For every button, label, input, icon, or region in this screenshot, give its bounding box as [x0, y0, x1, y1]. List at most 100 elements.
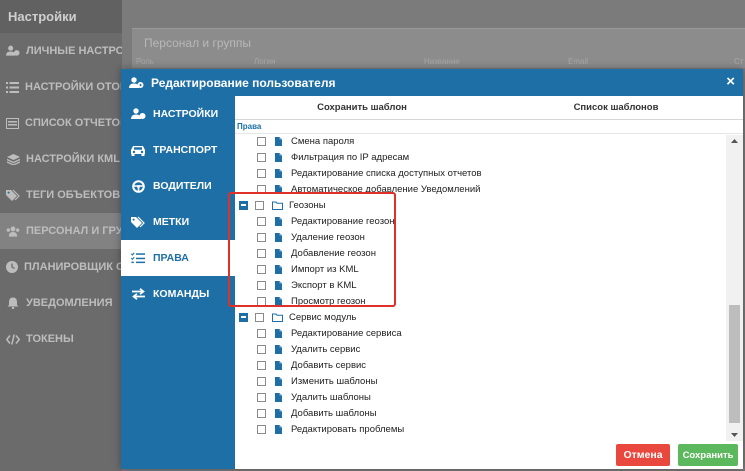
file-icon: [275, 184, 282, 194]
permission-label: Автоматическое добавление Уведомлений: [291, 183, 481, 195]
scroll-down-icon[interactable]: [726, 429, 743, 441]
permission-label: Удалить шаблоны: [291, 391, 371, 403]
collapse-icon[interactable]: [239, 200, 248, 210]
file-icon: [275, 168, 282, 178]
background-panel: Персонал и группы Роль Логин Название Em…: [132, 28, 745, 68]
background-column-header: Логин: [254, 57, 276, 66]
nav-item-drivers[interactable]: ВОДИТЕЛИ: [121, 168, 235, 204]
file-icon: [275, 216, 282, 226]
background-sidebar-label: ТОКЕНЫ: [26, 333, 74, 345]
permission-checkbox[interactable]: [257, 424, 266, 434]
permission-checkbox[interactable]: [257, 216, 266, 226]
report-icon: [6, 117, 19, 129]
clock-icon: [6, 261, 18, 273]
nav-item-rights[interactable]: ПРАВА: [121, 240, 235, 276]
cancel-button[interactable]: Отмена: [616, 444, 670, 466]
background-sidebar-label: ПЛАНИРОВЩИК ОТЧЕТОВ: [24, 261, 122, 273]
permission-label: Удалить сервис: [291, 343, 361, 355]
edit-user-dialog: Редактирование пользователя × НАСТРОЙКИ Т…: [121, 69, 743, 469]
arrows-icon: [129, 288, 147, 300]
permission-checkbox[interactable]: [257, 152, 266, 162]
background-sidebar-item: ТОКЕНЫ: [0, 321, 122, 357]
permission-label: Экспорт в KML: [291, 279, 357, 291]
permission-checkbox[interactable]: [255, 200, 264, 210]
nav-item-label: НАСТРОЙКИ: [153, 108, 219, 120]
background-sidebar-item: ТЕГИ ОБЪЕКТОВ: [0, 177, 122, 213]
user-icon: [129, 108, 147, 120]
nav-item-label: МЕТКИ: [153, 216, 190, 228]
background-panel-title: Персонал и группы: [144, 36, 251, 50]
nav-item-tags[interactable]: МЕТКИ: [121, 204, 235, 240]
tree-item-row: Просмотр геозон: [235, 293, 726, 309]
permission-checkbox[interactable]: [257, 248, 266, 258]
scrollbar[interactable]: [726, 135, 743, 441]
permission-checkbox[interactable]: [257, 296, 266, 306]
background-sidebar-label: ПЕРСОНАЛ И ГРУППЫ: [26, 225, 122, 237]
permission-checkbox[interactable]: [257, 392, 266, 402]
car-icon: [129, 145, 147, 156]
layers-icon: [6, 153, 20, 165]
permission-checkbox[interactable]: [257, 232, 266, 242]
user-icon: [6, 45, 20, 57]
dialog-body: Сохранить шаблон Список шаблонов Права С…: [235, 96, 743, 469]
permission-checkbox[interactable]: [257, 280, 266, 290]
permission-checkbox[interactable]: [255, 312, 264, 322]
permission-checkbox[interactable]: [257, 376, 266, 386]
save-template-button[interactable]: Сохранить шаблон: [235, 96, 489, 119]
file-icon: [275, 376, 282, 386]
permission-label: Удаление геозон: [291, 231, 365, 243]
tree-item-row: Редактировать проблемы: [235, 421, 726, 437]
dialog-title: Редактирование пользователя: [151, 75, 336, 90]
tree-item-row: Удалить сервис: [235, 341, 726, 357]
tree-item-row: Импорт из KML: [235, 261, 726, 277]
background-column-header: Ст: [734, 57, 744, 66]
nav-item-label: ПРАВА: [153, 252, 189, 264]
code-icon: [6, 333, 20, 345]
file-icon: [275, 232, 282, 242]
dialog-header: Редактирование пользователя ×: [121, 69, 743, 96]
permission-checkbox[interactable]: [257, 136, 266, 146]
tree-item-row: Экспорт в KML: [235, 277, 726, 293]
scrollbar-thumb[interactable]: [729, 305, 740, 423]
file-icon: [275, 328, 282, 338]
tree-group-row: Сервис модуль: [235, 309, 726, 325]
nav-item-label: ТРАНСПОРТ: [153, 144, 218, 156]
nav-item-settings[interactable]: НАСТРОЙКИ: [121, 96, 235, 132]
permission-label: Редактирование геозон: [291, 215, 395, 227]
tree-group-row: Геозоны: [235, 197, 726, 213]
permission-checkbox[interactable]: [257, 344, 266, 354]
tree-item-row: Автоматическое добавление Уведомлений: [235, 181, 726, 197]
background-sidebar-item: УВЕДОМЛЕНИЯ: [0, 285, 122, 321]
scroll-up-icon[interactable]: [726, 135, 743, 147]
tree-item-row: Удаление геозон: [235, 229, 726, 245]
permission-checkbox[interactable]: [257, 264, 266, 274]
background-sidebar-label: СПИСОК ОТЧЕТОВ: [25, 117, 122, 129]
close-icon[interactable]: ×: [726, 74, 735, 89]
tag-icon: [129, 216, 147, 228]
permission-checkbox[interactable]: [257, 408, 266, 418]
permission-checkbox[interactable]: [257, 184, 266, 194]
permission-checkbox[interactable]: [257, 360, 266, 370]
permission-checkbox[interactable]: [257, 168, 266, 178]
file-icon: [275, 424, 282, 434]
background-app-title: Настройки: [0, 0, 122, 33]
permission-label: Сервис модуль: [289, 311, 357, 323]
permission-label: Изменить шаблоны: [291, 375, 378, 387]
collapse-icon[interactable]: [239, 312, 248, 322]
nav-item-transport[interactable]: ТРАНСПОРТ: [121, 132, 235, 168]
file-icon: [275, 280, 282, 290]
background-sidebar-item: ПЕРСОНАЛ И ГРУППЫ: [0, 213, 122, 249]
background-sidebar-item: НАСТРОЙКИ ОТОБРАЖЕНИЯ: [0, 69, 122, 105]
users-icon: [6, 225, 20, 237]
tree-item-row: Редактирование списка доступных отчетов: [235, 165, 726, 181]
nav-item-label: ВОДИТЕЛИ: [153, 180, 212, 192]
permission-label: Добавить сервис: [291, 359, 367, 371]
background-sidebar-item: ЛИЧНЫЕ НАСТРОЙКИ: [0, 33, 122, 69]
user-icon: [129, 76, 144, 89]
tree-item-row: Редактирование геозон: [235, 213, 726, 229]
dialog-footer: Отмена Сохранить: [235, 441, 743, 469]
save-button[interactable]: Сохранить: [678, 444, 738, 466]
nav-item-commands[interactable]: КОМАНДЫ: [121, 276, 235, 312]
template-list-button[interactable]: Список шаблонов: [489, 96, 743, 119]
permission-checkbox[interactable]: [257, 328, 266, 338]
